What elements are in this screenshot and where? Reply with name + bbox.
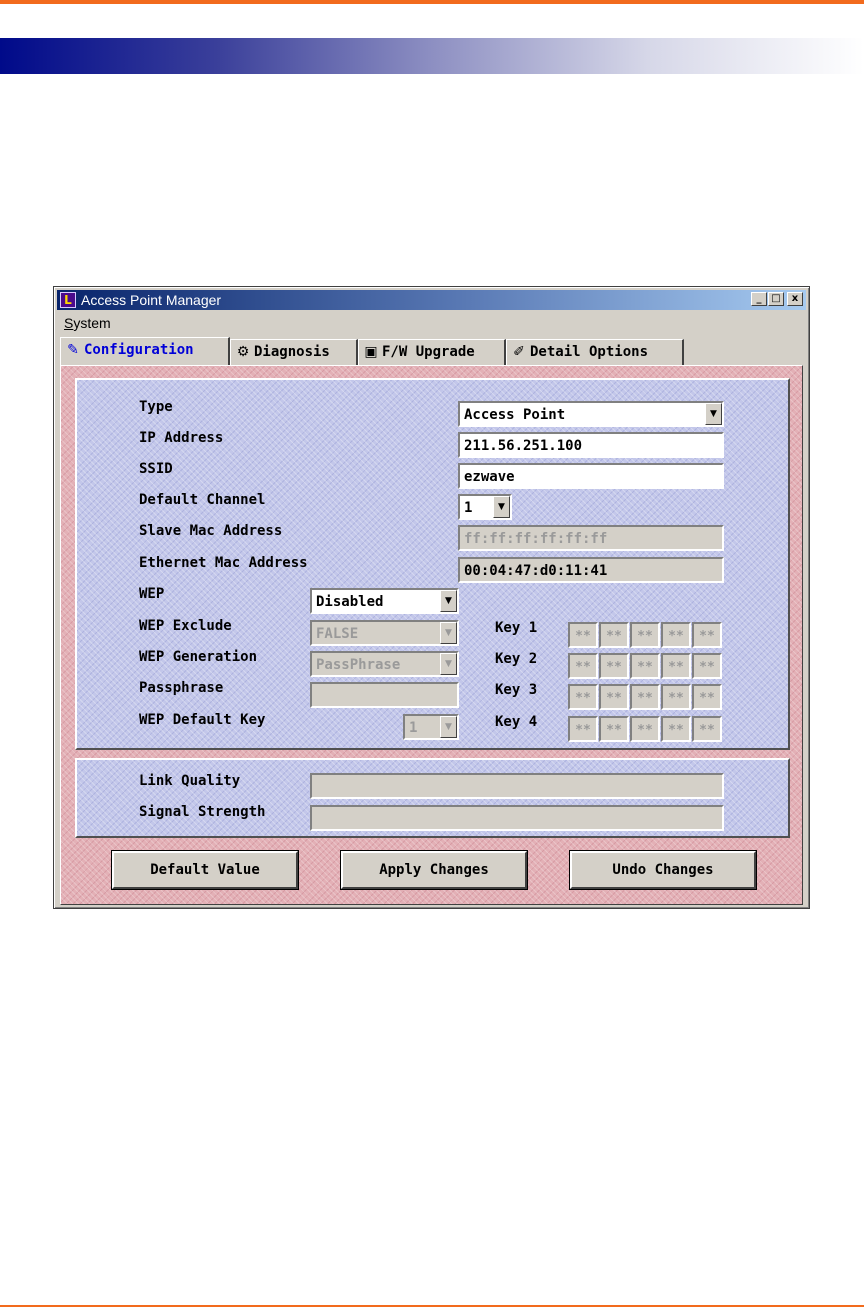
wep-value: Disabled xyxy=(316,594,384,610)
signal-strength-label: Signal Strength xyxy=(139,804,266,820)
wep-exclude-label: WEP Exclude xyxy=(139,618,232,634)
menu-system-accel: S xyxy=(64,315,74,331)
pencil-icon: ✐ xyxy=(513,344,525,360)
key-2-cell: ** xyxy=(661,653,691,679)
wep-default-key-label: WEP Default Key xyxy=(139,712,266,728)
close-button[interactable]: x xyxy=(787,292,803,306)
ip-address-label: IP Address xyxy=(139,430,224,446)
tab-diagnosis[interactable]: ⚙ Diagnosis xyxy=(230,339,358,365)
key-2-cell: ** xyxy=(692,653,722,679)
key-2-label: Key 2 xyxy=(495,651,538,667)
type-select[interactable]: Access Point ▼ xyxy=(458,401,724,427)
key-4-cell: ** xyxy=(692,716,722,742)
key-3-cell: ** xyxy=(630,684,660,710)
chevron-down-icon: ▼ xyxy=(440,716,457,738)
ssid-label: SSID xyxy=(139,461,173,477)
chevron-down-icon[interactable]: ▼ xyxy=(440,590,457,612)
apply-changes-button[interactable]: Apply Changes xyxy=(341,851,527,889)
type-value: Access Point xyxy=(464,407,566,423)
key-3-cell: ** xyxy=(692,684,722,710)
ethernet-mac-field: 00:04:47:d0:11:41 xyxy=(458,557,724,583)
ethernet-mac-label: Ethernet Mac Address xyxy=(139,555,308,571)
default-channel-select[interactable]: 1 ▼ xyxy=(458,494,512,520)
wep-exclude-value: FALSE xyxy=(316,626,359,642)
wep-default-key-select: 1 ▼ xyxy=(403,714,459,740)
wrench-icon: ✎ xyxy=(67,342,79,358)
key-3-label: Key 3 xyxy=(495,682,538,698)
app-logo-icon: L xyxy=(60,292,76,308)
key-4-label: Key 4 xyxy=(495,714,538,730)
chevron-down-icon: ▼ xyxy=(440,653,457,675)
window-titlebar[interactable]: L Access Point Manager _ □ x xyxy=(57,290,806,310)
key-1-cell: ** xyxy=(630,622,660,648)
default-value-button[interactable]: Default Value xyxy=(112,851,298,889)
link-quality-label: Link Quality xyxy=(139,773,241,789)
undo-changes-button[interactable]: Undo Changes xyxy=(570,851,756,889)
status-group: Link Quality Signal Strength xyxy=(75,758,790,838)
key-4-cell: ** xyxy=(568,716,598,742)
window-title: Access Point Manager xyxy=(81,292,222,308)
key-1-cell: ** xyxy=(692,622,722,648)
tab-fw-upgrade[interactable]: ▣ F/W Upgrade xyxy=(358,339,506,365)
chevron-down-icon: ▼ xyxy=(440,622,457,644)
tab-label: Detail Options xyxy=(530,344,649,360)
tab-label: Configuration xyxy=(84,342,194,358)
default-channel-label: Default Channel xyxy=(139,492,266,508)
menu-system[interactable]: System xyxy=(64,315,111,331)
key-1-cell: ** xyxy=(568,622,598,648)
key-3-cell: ** xyxy=(661,684,691,710)
chevron-down-icon[interactable]: ▼ xyxy=(493,496,510,518)
default-channel-value: 1 xyxy=(464,500,473,516)
wep-generation-label: WEP Generation xyxy=(139,649,258,665)
wep-default-key-value: 1 xyxy=(409,720,418,736)
slave-mac-field: ff:ff:ff:ff:ff:ff xyxy=(458,525,724,551)
ssid-input[interactable]: ezwave xyxy=(458,463,724,489)
key-1-cell: ** xyxy=(661,622,691,648)
settings-group: Type Access Point ▼ IP Address 211.56.25… xyxy=(75,378,790,750)
tab-detail-options[interactable]: ✐ Detail Options xyxy=(506,339,684,365)
key-1-cell: ** xyxy=(599,622,629,648)
key-3-cell: ** xyxy=(568,684,598,710)
wep-select[interactable]: Disabled ▼ xyxy=(310,588,459,614)
page-bottom-rule xyxy=(0,1305,864,1307)
chevron-down-icon[interactable]: ▼ xyxy=(705,403,722,425)
type-label: Type xyxy=(139,399,173,415)
key-3-cell: ** xyxy=(599,684,629,710)
monitor-icon: ▣ xyxy=(364,344,378,360)
maximize-button[interactable]: □ xyxy=(768,292,784,306)
key-4-cell: ** xyxy=(630,716,660,742)
minimize-button[interactable]: _ xyxy=(751,292,767,306)
key-2-cell: ** xyxy=(599,653,629,679)
page-top-rule xyxy=(0,0,864,4)
tab-label: Diagnosis xyxy=(254,344,330,360)
key-1-label: Key 1 xyxy=(495,620,538,636)
wep-generation-value: PassPhrase xyxy=(316,657,401,673)
link-quality-field xyxy=(310,773,724,799)
menu-system-label: ystem xyxy=(73,315,111,331)
signal-strength-field xyxy=(310,805,724,831)
tab-label: F/W Upgrade xyxy=(382,344,475,360)
configuration-panel: Type Access Point ▼ IP Address 211.56.25… xyxy=(60,365,803,905)
wep-exclude-select: FALSE ▼ xyxy=(310,620,459,646)
key-2-cell: ** xyxy=(630,653,660,679)
ip-address-input[interactable]: 211.56.251.100 xyxy=(458,432,724,458)
slave-mac-label: Slave Mac Address xyxy=(139,523,283,539)
wep-generation-select: PassPhrase ▼ xyxy=(310,651,459,677)
passphrase-input xyxy=(310,682,459,708)
passphrase-label: Passphrase xyxy=(139,680,224,696)
key-4-cell: ** xyxy=(599,716,629,742)
stethoscope-icon: ⚙ xyxy=(236,344,250,360)
access-point-manager-window: L Access Point Manager _ □ x System ✎ Con… xyxy=(53,286,810,909)
tab-configuration[interactable]: ✎ Configuration xyxy=(60,337,230,367)
key-2-cell: ** xyxy=(568,653,598,679)
key-4-cell: ** xyxy=(661,716,691,742)
page-header-band xyxy=(0,38,864,74)
wep-label: WEP xyxy=(139,586,165,602)
